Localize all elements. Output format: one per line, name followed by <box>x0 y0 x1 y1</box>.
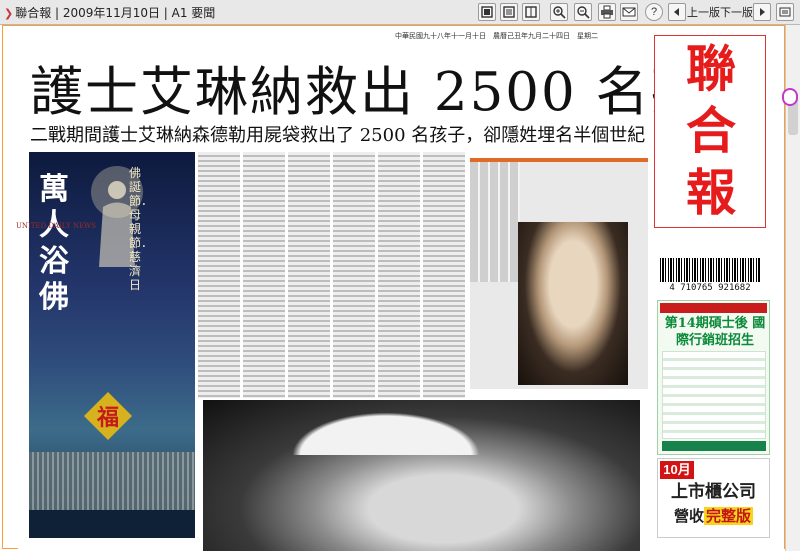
next-arrow-icon[interactable] <box>753 3 771 21</box>
print-icon[interactable] <box>598 3 616 21</box>
prev-arrow-icon[interactable] <box>668 3 686 21</box>
ad-company-revenue[interactable]: 10月 上市櫃公司 營收 完整版 <box>657 458 770 538</box>
sidebar-article-text <box>470 162 520 282</box>
ad-revenue-line1: 上市櫃公司 <box>671 482 756 502</box>
ad-marketing-course[interactable]: 第14期碩士後 國際行銷班招生 <box>657 300 770 455</box>
ad-course-body <box>662 351 766 439</box>
viewer-toolbar: ❯ 聯合報 | 2009年11月10日 | A1 要聞 ? 上一版 下一版 <box>0 0 800 25</box>
ad-revenue-highlight: 完整版 <box>704 507 754 525</box>
bathing-buddha-poster[interactable]: 萬人浴佛 佛誕節．母親節．慈濟日 福 <box>29 152 195 538</box>
breadcrumb-text: 聯合報 | 2009年11月10日 | A1 要聞 <box>15 6 216 20</box>
poster-vertical-text: 佛誕節．母親節．慈濟日 <box>129 166 154 292</box>
close-icon[interactable] <box>776 3 794 21</box>
subheadline[interactable]: 二戰期間護士艾琳納森德勒用屍袋救出了 2500 名孩子，卻隱姓埋名半個世紀 <box>30 121 645 147</box>
ad-course-title: 第14期碩士後 國際行銷班招生 <box>664 316 766 348</box>
breadcrumb-arrow-icon: ❯ <box>4 7 14 20</box>
view-full-icon[interactable] <box>478 3 496 21</box>
masthead-char: 報 <box>686 163 736 222</box>
next-page-link[interactable]: 下一版 <box>720 3 753 21</box>
email-icon[interactable] <box>620 3 638 21</box>
ad-course-footer <box>662 441 766 451</box>
view-page-icon[interactable] <box>522 3 540 21</box>
breadcrumb: ❯ 聯合報 | 2009年11月10日 | A1 要聞 <box>4 4 215 21</box>
poster-footer <box>29 510 195 538</box>
help-icon[interactable]: ? <box>645 3 663 21</box>
ad-revenue-line2: 營收 完整版 <box>658 505 769 527</box>
side-tab-handle[interactable] <box>782 88 798 106</box>
ad-revenue-prefix: 營收 <box>673 507 704 525</box>
irena-portrait-photo[interactable] <box>518 222 628 385</box>
poster-fortune-badge: 福 <box>83 391 133 441</box>
price-strip <box>656 230 766 258</box>
headline[interactable]: 護士艾琳納救出 2500 名孩子 <box>30 50 761 126</box>
barcode <box>660 258 760 282</box>
zoom-out-icon[interactable] <box>574 3 592 21</box>
poster-title: 萬人浴佛 <box>39 172 69 315</box>
barcode-number: 4 710765 921682 <box>669 283 751 293</box>
article-columns <box>198 152 466 398</box>
ad-course-header-bar <box>660 303 767 313</box>
masthead-side-info <box>766 35 780 228</box>
ad-revenue-month: 10月 <box>660 461 694 479</box>
nurse-cap <box>276 405 496 455</box>
dateline: 中華民國九十八年十一月十日 農曆己丑年九月二十四日 星期二 <box>395 32 598 40</box>
view-list-icon[interactable] <box>500 3 518 21</box>
poster-fortune-char: 福 <box>96 404 120 430</box>
prev-page-link[interactable]: 上一版 <box>687 3 720 21</box>
zoom-in-icon[interactable] <box>550 3 568 21</box>
article-text-block[interactable] <box>198 152 466 398</box>
masthead-english: UNITED DAILY NEWS <box>15 222 97 230</box>
masthead-char: 合 <box>686 101 736 160</box>
masthead-char: 聯 <box>686 39 736 98</box>
masthead-logo[interactable]: 聯 合 報 <box>654 35 766 228</box>
